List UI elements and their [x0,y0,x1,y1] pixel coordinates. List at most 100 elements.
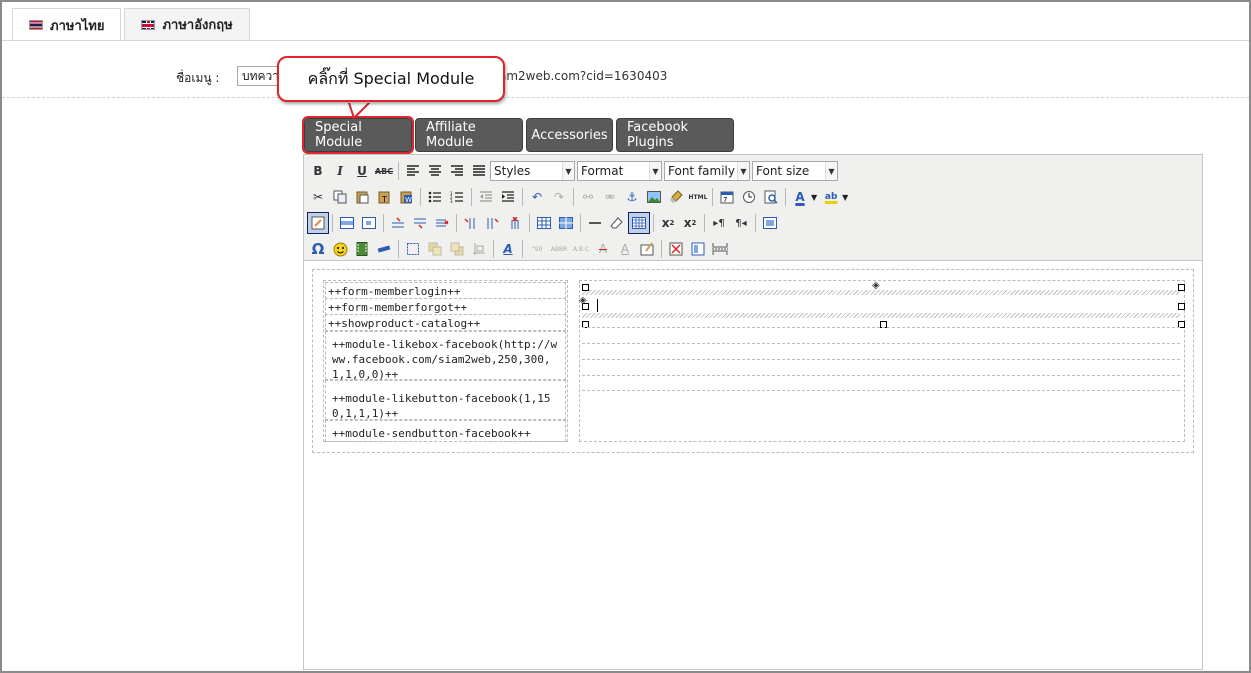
underline-button[interactable]: U [351,160,373,182]
paste-word-icon[interactable]: W [395,186,417,208]
list-item[interactable]: ++showproduct-catalog++ [325,314,566,331]
attributes-icon[interactable] [636,238,658,260]
content-row-divider [582,359,1180,360]
outdent-icon[interactable] [475,186,497,208]
strikethrough-button[interactable]: ABC [373,160,395,182]
cleanup-icon[interactable] [665,186,687,208]
tab-english[interactable]: ภาษาอังกฤษ [124,8,250,40]
image-icon[interactable] [643,186,665,208]
ltr-icon[interactable]: ▸¶ [708,212,730,234]
insert-row-before-icon[interactable] [387,212,409,234]
insert-col-after-icon[interactable] [482,212,504,234]
list-item[interactable]: ++module-likebox-facebook(http://www.fac… [325,331,566,381]
insert-date-icon[interactable]: 7 [716,186,738,208]
bold-button[interactable]: B [307,160,329,182]
rtl-icon[interactable]: ¶◂ [730,212,752,234]
align-justify-icon[interactable] [468,160,490,182]
table-grid-icon[interactable] [628,212,650,234]
page-break-icon[interactable] [709,238,731,260]
styles-select[interactable]: Styles ▼ [490,161,575,181]
delete-row-icon[interactable] [431,212,453,234]
fullscreen-icon[interactable] [759,212,781,234]
move-handle-icon[interactable]: ◈ [872,280,880,291]
html-source-button[interactable]: HTML [687,186,709,208]
numbered-list-icon[interactable]: 123 [446,186,468,208]
undo-icon[interactable]: ↶ [526,186,548,208]
move-forward-icon[interactable] [424,238,446,260]
visual-aid-icon[interactable] [307,212,329,234]
anchor-icon[interactable]: ⚓ [621,186,643,208]
italic-button[interactable]: I [329,160,351,182]
list-item[interactable]: ++module-sendbutton-facebook++ [325,420,566,442]
move-backward-icon[interactable] [446,238,468,260]
absolute-position-icon[interactable] [468,238,490,260]
special-char-icon[interactable]: Ω [307,238,329,260]
rich-text-editor: B I U ABC Styles ▼ Format ▼ Font family ▼ F… [303,154,1203,670]
table-cell-props-icon[interactable] [358,212,380,234]
content-row-divider [582,343,1180,344]
eraser-icon[interactable] [606,212,628,234]
template-icon[interactable] [687,238,709,260]
font-family-select[interactable]: Font family ▼ [664,161,750,181]
toolbar-row-2: ✂ T W 123 ↶ ↷ ⚯ ⚮ ⚓ HTML 7 A ▼ ab ▼ [307,184,1202,210]
format-select[interactable]: Format ▼ [577,161,662,181]
tab-thai[interactable]: ภาษาไทย [12,8,122,41]
text-color-icon[interactable]: A [789,186,811,208]
superscript-icon[interactable]: x2 [679,212,701,234]
insert-table-icon[interactable] [533,212,555,234]
redo-icon[interactable]: ↷ [548,186,570,208]
insert-layer-box-icon[interactable] [402,238,424,260]
copy-icon[interactable] [329,186,351,208]
align-center-icon[interactable] [424,160,446,182]
link-icon[interactable]: ⚯ [577,186,599,208]
selected-layer[interactable] [582,285,1180,323]
preview-icon[interactable] [760,186,782,208]
resize-handle[interactable] [1178,303,1185,310]
paste-text-icon[interactable]: T [373,186,395,208]
unlink-icon[interactable]: ⚮ [599,186,621,208]
abbr-icon[interactable]: ABBR [548,238,570,260]
svg-text:7: 7 [723,196,727,204]
align-right-icon[interactable] [446,160,468,182]
media-icon[interactable] [351,238,373,260]
horizontal-rule-icon[interactable] [584,212,606,234]
indent-icon[interactable] [497,186,519,208]
list-item[interactable]: ++form-memberforgot++ [325,298,566,315]
list-item[interactable]: ++form-memberlogin++ [325,282,566,299]
table-row-props-icon[interactable] [336,212,358,234]
chevron-down-icon[interactable]: ▼ [811,193,817,202]
subscript-icon[interactable]: x2 [657,212,679,234]
visual-chars-icon[interactable] [665,238,687,260]
insert-time-icon[interactable] [738,186,760,208]
delete-col-icon[interactable] [504,212,526,234]
affiliate-module-button[interactable]: Affiliate Module [415,118,523,152]
toolbar-separator [573,188,574,206]
insertion-icon[interactable]: A [614,238,636,260]
align-left-icon[interactable] [402,160,424,182]
cite-icon[interactable]: “99 [526,238,548,260]
list-item[interactable]: ++module-likebutton-facebook(1,150,1,1,1… [325,380,566,420]
module-list-cell[interactable]: ++form-memberlogin++ ++form-memberforgot… [323,280,568,442]
insert-layer-icon[interactable] [373,238,395,260]
font-size-select[interactable]: Font size ▼ [752,161,838,181]
content-cell[interactable]: ◈ ◈ [579,280,1185,442]
chevron-down-icon[interactable]: ▼ [842,193,848,202]
resize-handle[interactable] [582,284,589,291]
insert-col-before-icon[interactable] [460,212,482,234]
move-handle-icon[interactable]: ◈ [579,295,587,306]
facebook-plugins-button[interactable]: Facebook Plugins [616,118,734,152]
insert-row-after-icon[interactable] [409,212,431,234]
acronym-icon[interactable]: A.B.C [570,238,592,260]
special-module-button[interactable]: Special Module [302,116,414,154]
style-props-icon[interactable]: A [497,238,519,260]
emoticon-icon[interactable] [329,238,351,260]
resize-handle[interactable] [1178,284,1185,291]
deletion-icon[interactable]: A [592,238,614,260]
split-cells-icon[interactable] [555,212,577,234]
bullet-list-icon[interactable] [424,186,446,208]
editor-content-area[interactable]: ++form-memberlogin++ ++form-memberforgot… [312,269,1194,453]
accessories-button[interactable]: Accessories [526,118,613,152]
background-color-icon[interactable]: ab [820,186,842,208]
cut-icon[interactable]: ✂ [307,186,329,208]
paste-icon[interactable] [351,186,373,208]
